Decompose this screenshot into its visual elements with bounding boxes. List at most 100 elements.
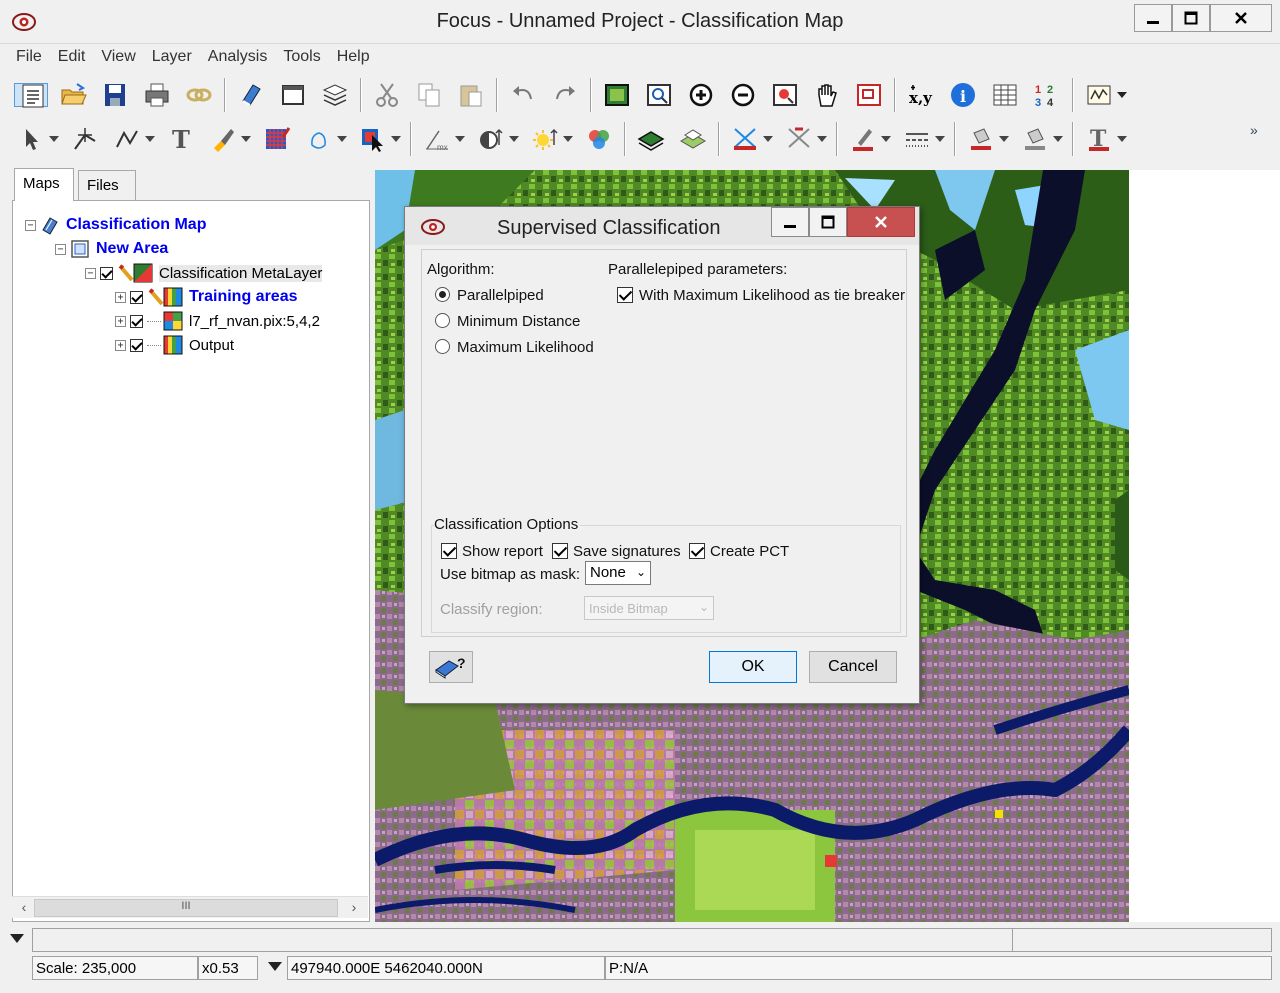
contrast-dropdown[interactable] [508, 122, 520, 156]
select-dropdown[interactable] [48, 122, 60, 156]
histogram-button[interactable] [1082, 78, 1116, 112]
expand-icon[interactable]: + [115, 291, 126, 303]
expand-icon[interactable]: + [115, 339, 126, 351]
tab-files[interactable]: Files [78, 170, 136, 200]
function-button[interactable]: mx [420, 122, 454, 156]
brush-button[interactable] [206, 122, 240, 156]
scroll-right-icon[interactable]: › [344, 899, 364, 917]
collapse-icon[interactable]: − [85, 267, 96, 279]
fill-dropdown[interactable] [336, 122, 348, 156]
save-signatures-label[interactable]: Save signatures [573, 543, 681, 560]
brush-dropdown[interactable] [240, 122, 252, 156]
brightness-button[interactable] [528, 122, 562, 156]
save-button[interactable] [98, 78, 132, 112]
histogram-dropdown[interactable] [1116, 78, 1128, 112]
cross-button[interactable] [728, 122, 762, 156]
pen-button[interactable] [846, 122, 880, 156]
menu-view[interactable]: View [93, 48, 143, 66]
function-dropdown[interactable] [454, 122, 466, 156]
menu-layer[interactable]: Layer [144, 48, 200, 66]
overview-button[interactable] [852, 78, 886, 112]
classify-region-select[interactable]: Inside Bitmap ⌄ [584, 596, 714, 620]
info-button[interactable]: i [946, 78, 980, 112]
rgb-button[interactable] [582, 122, 616, 156]
pan-button[interactable] [810, 78, 844, 112]
help-button[interactable]: ? [429, 651, 473, 683]
radio-maximum-likelihood[interactable] [435, 339, 450, 354]
text-button[interactable]: T [164, 122, 198, 156]
radio-parallelpiped[interactable] [435, 287, 450, 302]
radio-minimum-distance-label[interactable]: Minimum Distance [457, 313, 580, 330]
properties-button[interactable] [14, 83, 48, 108]
numbers-button[interactable]: 1234 [1030, 78, 1064, 112]
dialog-maximize-button[interactable] [809, 207, 847, 237]
paint-fill-dropdown[interactable] [1052, 122, 1064, 156]
collapse-icon[interactable]: − [55, 243, 66, 255]
layer-visibility-checkbox[interactable] [130, 290, 143, 304]
layer-visibility-checkbox[interactable] [130, 314, 143, 328]
link-button[interactable] [182, 78, 216, 112]
eraser-button[interactable] [234, 78, 268, 112]
maximize-button[interactable] [1172, 4, 1210, 32]
ok-button[interactable]: OK [709, 651, 797, 683]
table-button[interactable] [988, 78, 1022, 112]
font-button[interactable]: T [1082, 122, 1116, 156]
horizontal-scrollbar[interactable]: ‹ III › [12, 896, 368, 918]
open-button[interactable] [56, 78, 90, 112]
select-button[interactable] [14, 122, 48, 156]
zoom-extent-button[interactable] [600, 78, 634, 112]
layer-add-button[interactable] [634, 122, 668, 156]
layers-button[interactable] [318, 78, 352, 112]
menu-file[interactable]: File [8, 48, 50, 66]
font-dropdown[interactable] [1116, 122, 1128, 156]
chevron-down-icon[interactable] [268, 962, 282, 972]
create-pct-label[interactable]: Create PCT [710, 543, 789, 560]
cursor-dropdown[interactable] [390, 122, 402, 156]
scroll-left-icon[interactable]: ‹ [14, 899, 34, 917]
radio-minimum-distance[interactable] [435, 313, 450, 328]
show-report-checkbox[interactable] [441, 543, 457, 559]
layer-stack-button[interactable] [676, 122, 710, 156]
save-signatures-checkbox[interactable] [552, 543, 568, 559]
menu-tools[interactable]: Tools [275, 48, 328, 66]
redo-button[interactable] [548, 78, 582, 112]
dialog-close-button[interactable] [847, 207, 915, 237]
tree-node-new-area[interactable]: − New Area [55, 239, 168, 259]
line-style-button[interactable] [900, 122, 934, 156]
window-button[interactable] [276, 78, 310, 112]
menu-analysis[interactable]: Analysis [200, 48, 276, 66]
brightness-dropdown[interactable] [562, 122, 574, 156]
tree-node-training-areas[interactable]: + Training areas [115, 287, 298, 307]
close-button[interactable] [1210, 4, 1272, 32]
collapse-icon[interactable]: − [25, 219, 36, 231]
zoom-out-button[interactable] [726, 78, 760, 112]
toolbar-overflow-icon[interactable]: » [1250, 122, 1258, 138]
create-pct-checkbox[interactable] [689, 543, 705, 559]
polyline-dropdown[interactable] [144, 122, 156, 156]
zoom-in-button[interactable] [684, 78, 718, 112]
vertex-button[interactable] [68, 122, 102, 156]
contrast-button[interactable] [474, 122, 508, 156]
layer-visibility-checkbox[interactable] [100, 266, 113, 280]
scale-field[interactable]: Scale: 235,000 [32, 956, 198, 980]
polyline-button[interactable] [110, 122, 144, 156]
dialog-minimize-button[interactable] [771, 207, 809, 237]
print-button[interactable] [140, 78, 174, 112]
zoom-box-button[interactable] [642, 78, 676, 112]
fill-button[interactable] [302, 122, 336, 156]
paint-dropdown[interactable] [998, 122, 1010, 156]
cancel-button[interactable]: Cancel [809, 651, 897, 683]
tree-node-classification-map[interactable]: − Classification Map [25, 215, 206, 235]
xy-coordinates-button[interactable]: x,y [904, 78, 938, 112]
radio-maximum-likelihood-label[interactable]: Maximum Likelihood [457, 339, 594, 356]
tree-node-metalayer[interactable]: − Classification MetaLayer [85, 263, 323, 283]
tree-node-output[interactable]: + Output [115, 335, 234, 355]
menu-help[interactable]: Help [329, 48, 378, 66]
bitmap-mask-select[interactable]: None ⌄ [585, 561, 651, 585]
scroll-thumb[interactable]: III [34, 899, 338, 917]
line-style-dropdown[interactable] [934, 122, 946, 156]
paint-button[interactable] [964, 122, 998, 156]
undo-button[interactable] [506, 78, 540, 112]
copy-button[interactable] [412, 78, 446, 112]
chevron-down-icon[interactable] [10, 934, 24, 944]
